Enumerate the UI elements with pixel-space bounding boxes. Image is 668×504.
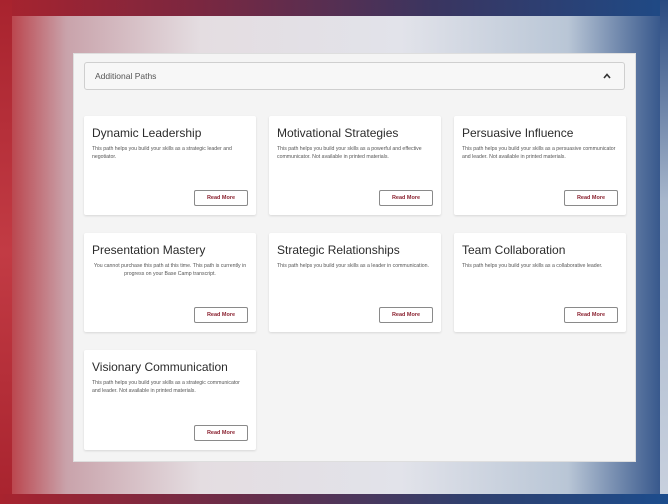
- top-banner: [0, 0, 668, 16]
- card-title: Visionary Communication: [92, 360, 228, 374]
- card-title: Strategic Relationships: [277, 243, 400, 257]
- accordion-title: Additional Paths: [95, 71, 157, 81]
- path-card-motivational-strategies: Motivational Strategies This path helps …: [269, 116, 441, 215]
- card-title: Team Collaboration: [462, 243, 566, 257]
- path-card-dynamic-leadership: Dynamic Leadership This path helps you b…: [84, 116, 256, 215]
- chevron-up-icon[interactable]: [602, 71, 612, 81]
- read-more-button[interactable]: Read More: [564, 190, 618, 206]
- card-description: This path helps you build your skills as…: [277, 263, 429, 269]
- path-card-strategic-relationships: Strategic Relationships This path helps …: [269, 233, 441, 332]
- left-frame: [0, 0, 12, 504]
- read-more-button[interactable]: Read More: [379, 190, 433, 206]
- read-more-button[interactable]: Read More: [379, 307, 433, 323]
- right-frame: [660, 0, 668, 504]
- path-card-persuasive-influence: Persuasive Influence This path helps you…: [454, 116, 626, 215]
- card-title: Presentation Mastery: [92, 243, 206, 257]
- card-description: You cannot purchase this path at this ti…: [93, 263, 247, 277]
- read-more-button[interactable]: Read More: [564, 307, 618, 323]
- card-description: This path helps you build your skills as…: [462, 263, 603, 269]
- additional-paths-panel: Additional Paths Dynamic Leadership This…: [73, 53, 636, 462]
- card-title: Motivational Strategies: [277, 126, 399, 140]
- card-title: Persuasive Influence: [462, 126, 574, 140]
- card-description: This path helps you build your skills as…: [92, 146, 232, 160]
- card-title: Dynamic Leadership: [92, 126, 202, 140]
- bottom-banner: [0, 494, 668, 504]
- path-card-team-collaboration: Team Collaboration This path helps you b…: [454, 233, 626, 332]
- card-description: This path helps you build your skills as…: [92, 380, 240, 394]
- path-card-visionary-communication: Visionary Communication This path helps …: [84, 350, 256, 450]
- read-more-button[interactable]: Read More: [194, 190, 248, 206]
- read-more-button[interactable]: Read More: [194, 307, 248, 323]
- path-card-presentation-mastery: Presentation Mastery You cannot purchase…: [84, 233, 256, 332]
- additional-paths-accordion-toggle[interactable]: Additional Paths: [84, 62, 625, 90]
- card-description: This path helps you build your skills as…: [277, 146, 422, 160]
- card-description: This path helps you build your skills as…: [462, 146, 616, 160]
- read-more-button[interactable]: Read More: [194, 425, 248, 441]
